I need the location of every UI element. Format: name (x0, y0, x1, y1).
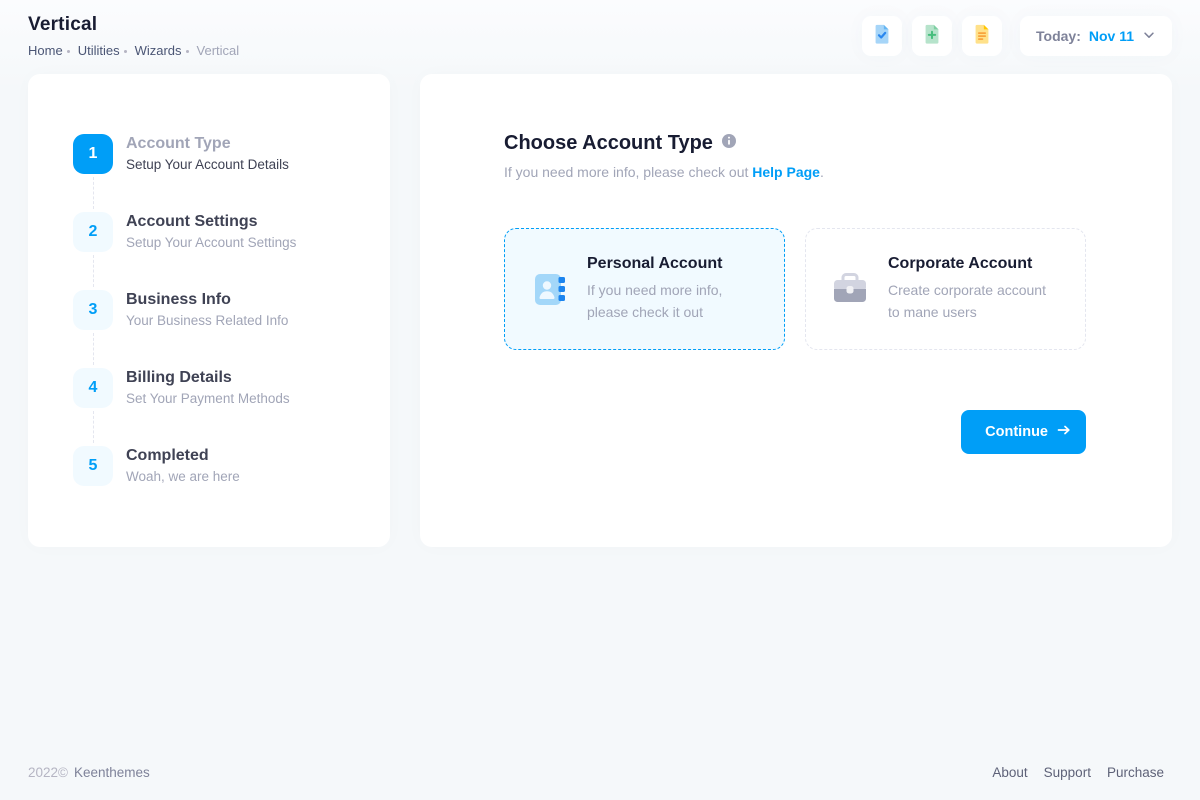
footer-links: About Support Purchase (992, 765, 1164, 780)
breadcrumb-item-home[interactable]: Home (28, 43, 63, 58)
option-description: Create corporate account to mane users (888, 280, 1061, 323)
address-book-icon (529, 269, 569, 314)
file-lines-icon (971, 23, 993, 50)
actions-row: Continue (504, 410, 1086, 454)
step-account-type[interactable]: 1 Account Type Setup Your Account Detail… (73, 134, 350, 212)
step-title: Completed (126, 447, 240, 465)
date-picker-button[interactable]: Today: Nov 11 (1020, 16, 1172, 56)
footer-link-support[interactable]: Support (1044, 765, 1091, 780)
step-title: Account Type (126, 135, 289, 153)
step-connector (93, 255, 94, 287)
copyright-brand-link[interactable]: Keenthemes (74, 765, 150, 780)
step-text: Completed Woah, we are here (126, 446, 240, 522)
breadcrumb-item-wizards[interactable]: Wizards (135, 43, 182, 58)
step-subtitle: Your Business Related Info (126, 313, 288, 328)
account-type-options: Personal Account If you need more info, … (504, 228, 1086, 350)
content-heading: Choose Account Type (504, 132, 1086, 155)
breadcrumb-separator (67, 50, 70, 53)
continue-button[interactable]: Continue (961, 410, 1086, 454)
page-title: Vertical (28, 14, 239, 36)
continue-label: Continue (985, 424, 1048, 440)
header-left: Vertical Home Utilities Wizards Vertical (28, 14, 239, 58)
wizard-content-card: Choose Account Type If you need more inf… (420, 74, 1172, 547)
step-rail: 1 (73, 134, 113, 212)
wizard-stepper-card: 1 Account Type Setup Your Account Detail… (28, 74, 390, 547)
step-connector (93, 333, 94, 365)
step-text: Billing Details Set Your Payment Methods (126, 368, 290, 446)
step-connector (93, 411, 94, 443)
footer-copyright: 2022© Keenthemes (28, 765, 150, 780)
step-number-badge: 2 (73, 212, 113, 252)
breadcrumb-separator (186, 50, 189, 53)
step-text: Business Info Your Business Related Info (126, 290, 288, 368)
step-rail: 2 (73, 212, 113, 290)
content-subtitle-period: . (820, 164, 824, 180)
copyright-year: 2022© (28, 765, 68, 780)
step-rail: 5 (73, 446, 113, 522)
breadcrumb: Home Utilities Wizards Vertical (28, 43, 239, 58)
file-lines-button[interactable] (962, 16, 1002, 56)
breadcrumb-separator (124, 50, 127, 53)
file-check-icon (871, 23, 893, 50)
option-description: If you need more info, please check it o… (587, 280, 760, 323)
file-check-button[interactable] (862, 16, 902, 56)
briefcase-icon (830, 269, 870, 314)
step-number-badge: 4 (73, 368, 113, 408)
breadcrumb-item-current: Vertical (197, 43, 240, 58)
step-subtitle: Woah, we are here (126, 469, 240, 484)
page: Vertical Home Utilities Wizards Vertical (0, 0, 1200, 800)
option-title: Personal Account (587, 255, 760, 273)
footer-link-about[interactable]: About (992, 765, 1027, 780)
step-subtitle: Set Your Payment Methods (126, 391, 290, 406)
step-billing-details[interactable]: 4 Billing Details Set Your Payment Metho… (73, 368, 350, 446)
step-account-settings[interactable]: 2 Account Settings Setup Your Account Se… (73, 212, 350, 290)
step-title: Billing Details (126, 369, 290, 387)
main: 1 Account Type Setup Your Account Detail… (0, 70, 1200, 547)
step-rail: 3 (73, 290, 113, 368)
help-page-link[interactable]: Help Page (752, 164, 820, 180)
option-title: Corporate Account (888, 255, 1061, 273)
content-subtitle: If you need more info, please check out … (504, 164, 1086, 180)
file-plus-button[interactable] (912, 16, 952, 56)
header: Vertical Home Utilities Wizards Vertical (0, 0, 1200, 70)
today-label: Today: (1036, 28, 1081, 44)
step-business-info[interactable]: 3 Business Info Your Business Related In… (73, 290, 350, 368)
file-plus-icon (921, 23, 943, 50)
breadcrumb-item-utilities[interactable]: Utilities (78, 43, 120, 58)
step-number-badge: 3 (73, 290, 113, 330)
step-rail: 4 (73, 368, 113, 446)
info-icon[interactable] (721, 133, 737, 154)
header-actions: Today: Nov 11 (862, 16, 1172, 56)
step-number-badge: 5 (73, 446, 113, 486)
option-personal-account[interactable]: Personal Account If you need more info, … (504, 228, 785, 350)
option-text: Corporate Account Create corporate accou… (888, 255, 1061, 323)
step-number-badge: 1 (73, 134, 113, 174)
step-text: Account Type Setup Your Account Details (126, 134, 289, 212)
option-corporate-account[interactable]: Corporate Account Create corporate accou… (805, 228, 1086, 350)
step-subtitle: Setup Your Account Settings (126, 235, 296, 250)
content-subtitle-text: If you need more info, please check out (504, 164, 748, 180)
step-completed[interactable]: 5 Completed Woah, we are here (73, 446, 350, 522)
step-title: Account Settings (126, 213, 296, 231)
footer: 2022© Keenthemes About Support Purchase (0, 765, 1200, 800)
step-subtitle: Setup Your Account Details (126, 157, 289, 172)
content-title: Choose Account Type (504, 132, 713, 155)
chevron-down-icon (1142, 28, 1156, 45)
today-value: Nov 11 (1089, 28, 1134, 44)
footer-link-purchase[interactable]: Purchase (1107, 765, 1164, 780)
step-connector (93, 177, 94, 209)
option-text: Personal Account If you need more info, … (587, 255, 760, 323)
arrow-right-icon (1056, 422, 1072, 442)
step-text: Account Settings Setup Your Account Sett… (126, 212, 296, 290)
step-title: Business Info (126, 291, 288, 309)
